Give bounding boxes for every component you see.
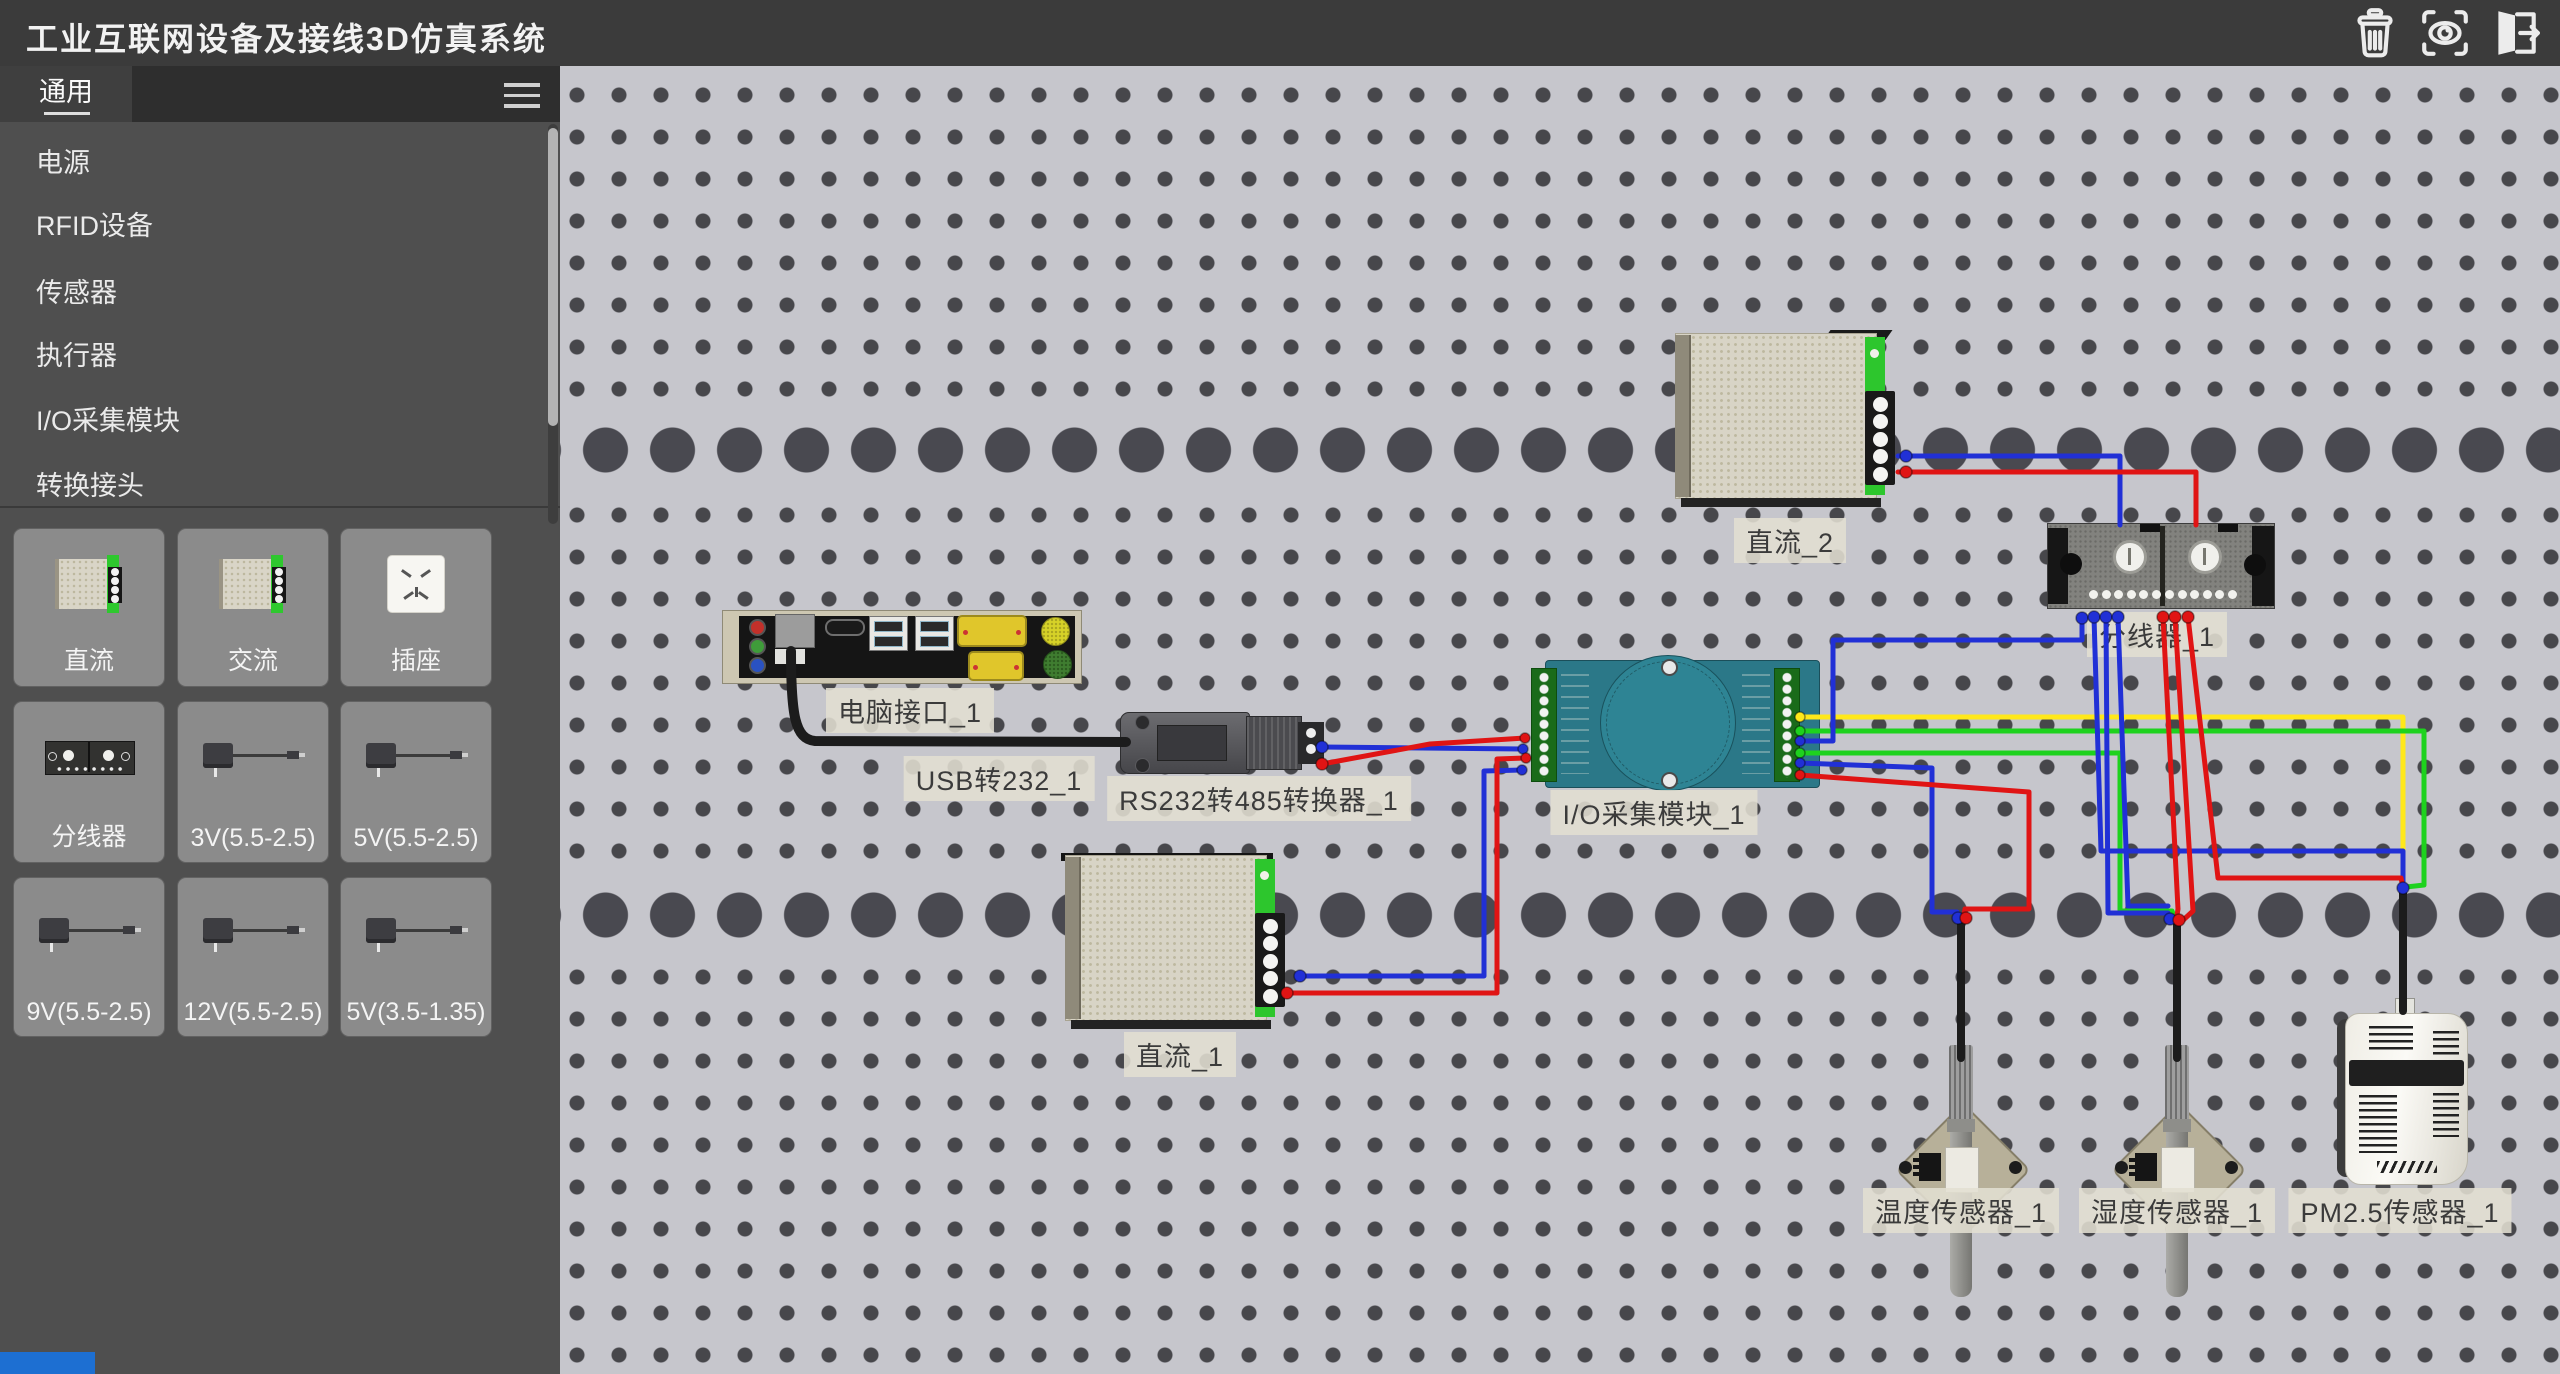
card-label: 交流: [178, 641, 328, 677]
power-adapter-icon: [178, 702, 328, 814]
barrel-jack: [2188, 540, 2222, 574]
ac-module-icon: [178, 529, 328, 639]
round-connector-yellow: [1041, 617, 1070, 646]
divider: [0, 506, 560, 508]
splitter-icon: [14, 702, 164, 814]
device-label: 温度传感器_1: [1863, 1188, 2059, 1233]
card-socket[interactable]: 插座: [340, 528, 492, 687]
screw: [1661, 659, 1678, 676]
app-window: 工业互联网设备及接线3D仿真系统: [0, 0, 2560, 1374]
pegboard-big-dots-row: [560, 884, 2560, 946]
audio-jack-red: [749, 619, 766, 636]
app-title: 工业互联网设备及接线3D仿真系统: [26, 14, 547, 60]
card-label: 3V(5.5-2.5): [178, 824, 328, 853]
device-rs232-to-485-converter[interactable]: [1246, 716, 1302, 770]
device-label: 湿度传感器_1: [2079, 1188, 2275, 1233]
tab-general[interactable]: 通用: [0, 66, 132, 122]
screw: [1661, 772, 1678, 789]
card-9v[interactable]: 9V(5.5-2.5): [13, 877, 165, 1037]
card-12v[interactable]: 12V(5.5-2.5): [177, 877, 329, 1037]
device-humidity-sensor[interactable]: [2117, 1035, 2237, 1303]
card-splitter[interactable]: 分线器: [13, 701, 165, 863]
hamburger-menu-icon[interactable]: [504, 83, 540, 109]
workspace-canvas[interactable]: 直流_2 电脑接口_1 USB转232_1 RS232转485转换器_1 I/O…: [560, 66, 2560, 1374]
socket-icon: [341, 529, 491, 639]
terminal-dots: [2165, 590, 2237, 599]
device-label: I/O采集模块_1: [1550, 790, 1757, 835]
topbar: 工业互联网设备及接线3D仿真系统: [0, 0, 2560, 66]
sidebar-item-actuators[interactable]: 执行器: [36, 340, 117, 372]
sidebar-tab-row: 通用: [0, 66, 560, 122]
terminal-block[interactable]: [1865, 391, 1895, 485]
ps2-port: [775, 614, 815, 648]
card-5v[interactable]: 5V(5.5-2.5): [340, 701, 492, 863]
card-5v-135[interactable]: 5V(3.5-1.35): [340, 877, 492, 1037]
device-pm25-sensor[interactable]: [2337, 1013, 2467, 1183]
device-temperature-sensor[interactable]: [1901, 1035, 2021, 1303]
device-io-module[interactable]: [1545, 660, 1820, 788]
device-label: USB转232_1: [904, 756, 1095, 801]
card-dc[interactable]: 直流: [13, 528, 165, 687]
pegboard-big-dots-row: [560, 419, 2560, 481]
sidebar-scrollbar-thumb[interactable]: [548, 128, 558, 426]
card-label: 直流: [14, 641, 164, 677]
terminal-block[interactable]: [1255, 913, 1285, 1007]
exit-icon[interactable]: [2488, 6, 2542, 60]
card-label: 插座: [341, 641, 491, 677]
audio-jack-green: [749, 638, 766, 655]
card-label: 5V(3.5-1.35): [341, 998, 491, 1027]
device-dc-power-1[interactable]: [1065, 855, 1287, 1029]
power-adapter-icon: [341, 878, 491, 989]
device-label: PM2.5传感器_1: [2288, 1188, 2511, 1233]
device-usb-to-232-plug[interactable]: [1120, 712, 1250, 774]
sidebar: 通用 电源 RFID设备 传感器 执行器 I/O采集模块 转换接头 直流 交流: [0, 66, 560, 1374]
card-label: 9V(5.5-2.5): [14, 998, 164, 1027]
usb-port-pair[interactable]: [915, 616, 954, 651]
device-label: 直流_2: [1734, 518, 1846, 563]
card-label: 分线器: [14, 817, 164, 853]
device-dc-power-2[interactable]: [1675, 333, 1897, 507]
trash-icon[interactable]: [2348, 6, 2402, 60]
power-adapter-icon: [178, 878, 328, 989]
device-label: 分线器_1: [2087, 612, 2227, 657]
card-label: 5V(5.5-2.5): [341, 824, 491, 853]
status-badge: [0, 1352, 95, 1374]
device-label: 直流_1: [1124, 1032, 1236, 1077]
barrel-jack: [2113, 540, 2147, 574]
round-connector-green: [1043, 650, 1072, 679]
io-terminal-right[interactable]: [1774, 668, 1800, 782]
sidebar-item-power[interactable]: 电源: [36, 147, 90, 179]
device-label: RS232转485转换器_1: [1107, 776, 1411, 821]
audio-jack-blue: [749, 657, 766, 674]
sidebar-item-adapters[interactable]: 转换接头: [36, 470, 144, 502]
device-splitter[interactable]: [2047, 523, 2275, 609]
serial-port-db9: [968, 651, 1024, 681]
eye-scan-icon[interactable]: [2418, 6, 2472, 60]
card-label: 12V(5.5-2.5): [178, 998, 328, 1027]
power-adapter-icon: [14, 878, 164, 989]
serial-port-db25: [957, 615, 1027, 647]
io-terminal-left[interactable]: [1531, 668, 1557, 782]
sidebar-item-rfid[interactable]: RFID设备: [36, 210, 153, 242]
sidebar-item-io-modules[interactable]: I/O采集模块: [36, 405, 180, 437]
device-pc-interface[interactable]: [722, 610, 1082, 684]
converter-terminal[interactable]: [1298, 722, 1324, 764]
topbar-icon-group: [2348, 6, 2542, 60]
usb-port-pair[interactable]: [869, 616, 908, 651]
device-label: 电脑接口_1: [826, 688, 994, 733]
card-ac[interactable]: 交流: [177, 528, 329, 687]
sidebar-item-sensors[interactable]: 传感器: [36, 277, 117, 309]
terminal-dots: [2089, 590, 2161, 599]
dc-module-icon: [14, 529, 164, 639]
power-adapter-icon: [341, 702, 491, 814]
card-3v[interactable]: 3V(5.5-2.5): [177, 701, 329, 863]
